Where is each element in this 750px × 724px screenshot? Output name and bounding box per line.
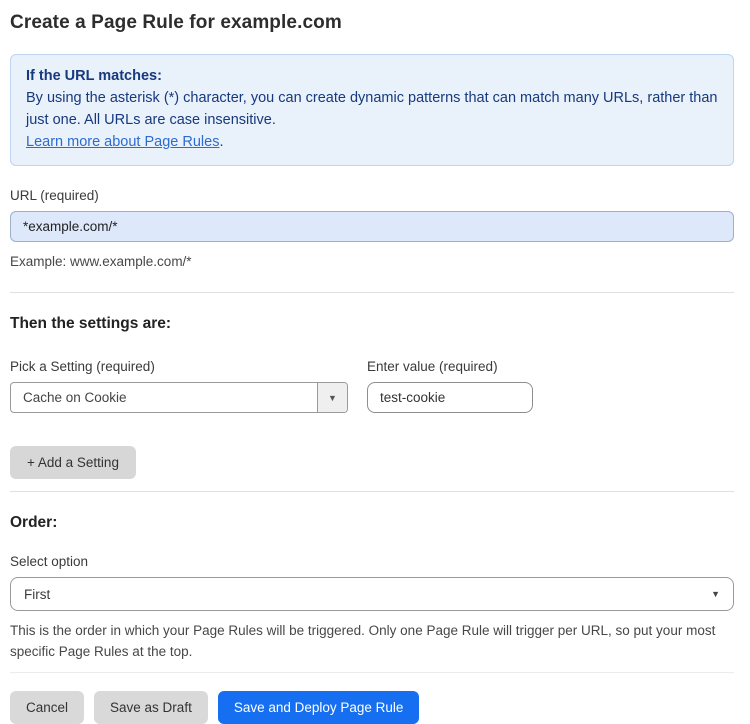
- save-as-draft-button[interactable]: Save as Draft: [94, 691, 208, 724]
- setting-select-value: Cache on Cookie: [23, 390, 127, 405]
- form-actions: Cancel Save as Draft Save and Deploy Pag…: [10, 691, 734, 724]
- setting-select[interactable]: Cache on Cookie ▼: [10, 382, 348, 413]
- info-box-heading: If the URL matches:: [26, 68, 162, 84]
- order-select[interactable]: First ▼: [10, 577, 734, 611]
- info-box-body: By using the asterisk (*) character, you…: [26, 90, 718, 128]
- setting-value-input[interactable]: [367, 382, 533, 413]
- chevron-down-icon: ▼: [711, 589, 720, 599]
- divider: [10, 672, 734, 673]
- setting-select-label: Pick a Setting (required): [10, 359, 155, 374]
- learn-more-link[interactable]: Learn more about Page Rules: [26, 134, 219, 150]
- setting-value-column: Enter value (required): [367, 333, 533, 413]
- setting-select-column: Pick a Setting (required) Cache on Cooki…: [10, 333, 348, 413]
- settings-section-heading: Then the settings are:: [10, 315, 172, 332]
- value-input-label: Enter value (required): [367, 359, 498, 374]
- page-title: Create a Page Rule for example.com: [10, 12, 342, 33]
- chevron-down-icon[interactable]: ▼: [317, 383, 347, 412]
- divider: [10, 491, 734, 492]
- cancel-button[interactable]: Cancel: [10, 691, 85, 724]
- url-matches-info-box: If the URL matches: By using the asteris…: [10, 54, 734, 166]
- info-box-link-line: Learn more about Page Rules.: [26, 131, 718, 153]
- order-select-label: Select option: [10, 554, 89, 569]
- divider: [10, 292, 734, 293]
- save-and-deploy-button[interactable]: Save and Deploy Page Rule: [217, 691, 420, 724]
- order-select-value: First: [24, 586, 51, 602]
- add-setting-button[interactable]: + Add a Setting: [10, 446, 136, 479]
- url-field-label: URL (required): [10, 188, 99, 203]
- order-section-heading: Order:: [10, 514, 58, 531]
- settings-row: Pick a Setting (required) Cache on Cooki…: [10, 333, 734, 413]
- url-input[interactable]: [10, 211, 734, 242]
- order-helper-text: This is the order in which your Page Rul…: [10, 623, 716, 659]
- link-suffix-period: .: [219, 134, 224, 150]
- url-example-helper: Example: www.example.com/*: [10, 254, 192, 269]
